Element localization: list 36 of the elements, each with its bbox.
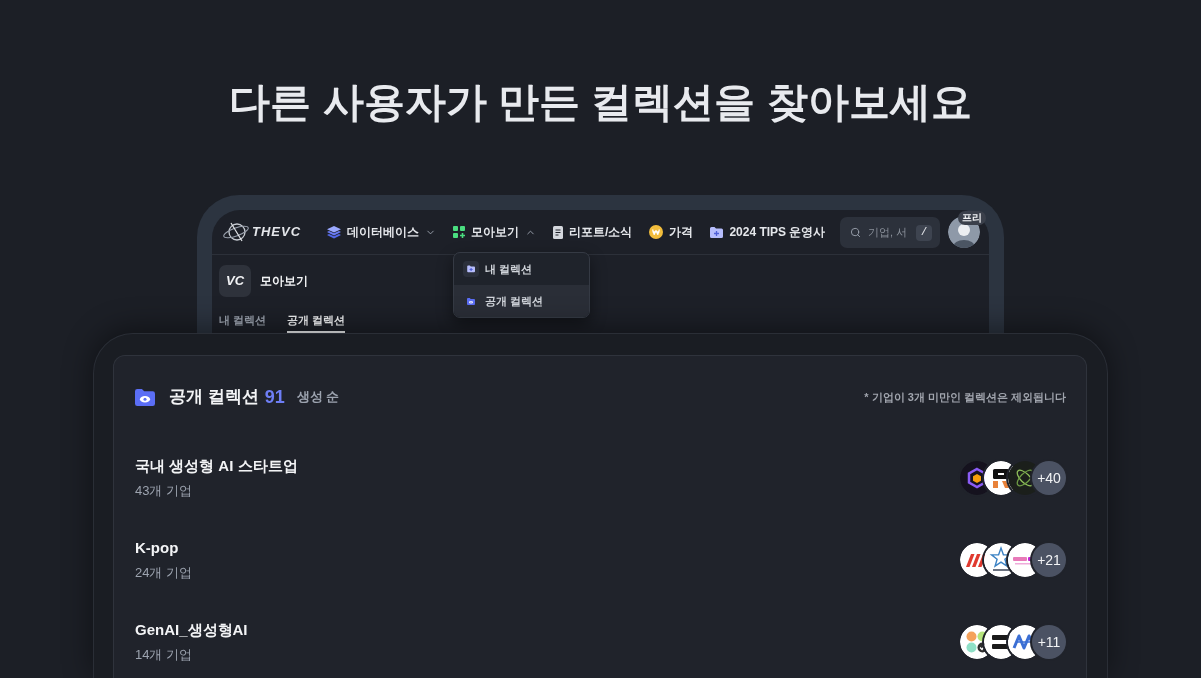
- folder-eye-icon: [135, 388, 155, 406]
- menu-item[interactable]: 내 컬렉션: [454, 253, 589, 285]
- folder-plus-icon: [710, 226, 724, 238]
- nav-item[interactable]: 2024 TIPS 운영사: [710, 223, 826, 241]
- brand-wordmark[interactable]: THEVC: [252, 222, 302, 242]
- coin-icon: [649, 225, 664, 239]
- tab[interactable]: 내 컬렉션: [219, 311, 267, 333]
- nav-item[interactable]: 리포트/소식: [553, 223, 633, 241]
- headline: 다른 사용자가 만든 컬렉션을 찾아보세요: [229, 78, 972, 127]
- collection-title[interactable]: GenAI_생성형AI: [135, 620, 248, 640]
- more-count: +21: [1032, 543, 1066, 577]
- nav-item[interactable]: 데이터베이스: [327, 223, 437, 241]
- exclusion-note: * 기업이 3개 미만인 컬렉션은 제외됩니다: [864, 389, 1066, 405]
- more-count: +11: [1032, 625, 1066, 659]
- collection-count: 91: [264, 385, 285, 409]
- orbit-logo-icon: [222, 220, 250, 244]
- nav-item[interactable]: 모아보기: [453, 223, 537, 241]
- sort-label[interactable]: 생성 순: [296, 387, 340, 407]
- page-title: 모아보기: [260, 273, 308, 290]
- folder-plus-icon: [463, 261, 479, 277]
- collection-title[interactable]: 국내 생성형 AI 스타트업: [135, 456, 298, 476]
- more-count: +40: [1032, 461, 1066, 495]
- document-icon: [553, 225, 564, 239]
- search-icon: [850, 226, 861, 238]
- nav-item[interactable]: 가격: [649, 223, 694, 241]
- page-logo: VC: [219, 265, 251, 297]
- layers-icon: [327, 225, 342, 239]
- company-count: 43개 기업: [135, 482, 194, 500]
- company-count: 24개 기업: [135, 564, 193, 582]
- grid-plus-icon: [453, 226, 466, 238]
- plan-badge: 프리: [958, 211, 986, 225]
- menu-item[interactable]: 공개 컬렉션: [454, 285, 589, 317]
- folder-eye-icon: [467, 297, 475, 305]
- company-count: 14개 기업: [135, 646, 194, 664]
- collection-title[interactable]: K-pop: [135, 538, 193, 558]
- panel-title: 공개 컬렉션: [169, 386, 259, 409]
